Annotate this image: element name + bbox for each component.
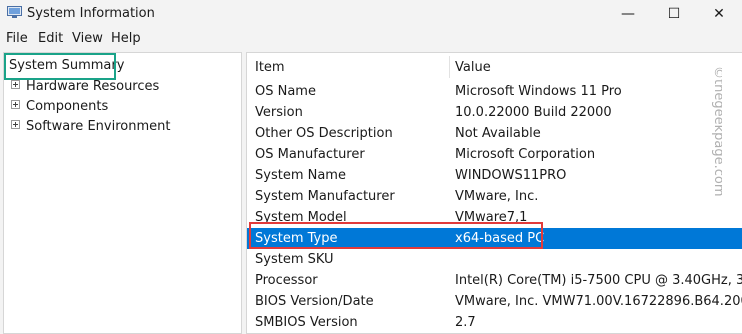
table-row[interactable]: Other OS Description Not Available — [247, 123, 742, 144]
system-information-icon — [7, 6, 22, 18]
cell-item: System SKU — [255, 252, 334, 267]
menu-bar: File Edit View Help — [0, 29, 742, 49]
cell-item: System Manufacturer — [255, 189, 395, 204]
minimize-button[interactable]: — — [605, 0, 651, 27]
maximize-button[interactable]: ☐ — [651, 0, 697, 27]
highlight-box-red — [249, 222, 543, 249]
tree-item-label: Components — [26, 99, 109, 114]
expand-icon[interactable] — [11, 120, 20, 129]
cell-value: WINDOWS11PRO — [455, 168, 567, 183]
highlight-box-green — [4, 53, 116, 80]
table-row[interactable]: OS Name Microsoft Windows 11 Pro — [247, 81, 742, 102]
tree-item-components[interactable]: Components — [11, 99, 108, 114]
table-row[interactable]: Version 10.0.22000 Build 22000 — [247, 102, 742, 123]
cell-value: Microsoft Corporation — [455, 147, 596, 162]
cell-value: Not Available — [455, 126, 541, 141]
column-header-item[interactable]: Item — [255, 54, 285, 82]
column-header-value[interactable]: Value — [455, 54, 491, 82]
cell-item: Version — [255, 105, 303, 120]
tree-item-label: Software Environment — [26, 119, 171, 134]
tree-item-hardware-resources[interactable]: Hardware Resources — [11, 79, 159, 94]
watermark-text: ©thegeekpage.com — [711, 66, 722, 196]
menu-help[interactable]: Help — [111, 31, 141, 46]
menu-edit[interactable]: Edit — [38, 31, 63, 46]
cell-item: Processor — [255, 273, 318, 288]
column-divider[interactable] — [449, 56, 450, 78]
category-tree[interactable]: System Summary Hardware Resources Compon… — [3, 52, 242, 334]
table-row[interactable]: OS Manufacturer Microsoft Corporation — [247, 144, 742, 165]
tree-item-software-environment[interactable]: Software Environment — [11, 119, 170, 134]
watermark: ©thegeekpage.com — [711, 66, 722, 196]
table-row[interactable]: System Name WINDOWS11PRO — [247, 165, 742, 186]
tree-item-label: Hardware Resources — [26, 79, 160, 94]
expand-icon[interactable] — [11, 100, 20, 109]
cell-item: OS Name — [255, 84, 316, 99]
table-row[interactable]: BIOS Version/Date VMware, Inc. VMW71.00V.… — [247, 291, 742, 312]
close-button[interactable]: ✕ — [696, 0, 742, 27]
cell-value: 10.0.22000 Build 22000 — [455, 105, 612, 120]
details-list[interactable]: Item Value OS Name Microsoft Windows 11 P… — [246, 52, 742, 334]
cell-item: OS Manufacturer — [255, 147, 365, 162]
menu-file[interactable]: File — [6, 31, 28, 46]
cell-value: Microsoft Windows 11 Pro — [455, 84, 622, 99]
table-row[interactable]: System Manufacturer VMware, Inc. — [247, 186, 742, 207]
menu-view[interactable]: View — [72, 31, 103, 46]
cell-item: Other OS Description — [255, 126, 393, 141]
expand-icon[interactable] — [11, 80, 20, 89]
cell-item: SMBIOS Version — [255, 315, 358, 330]
table-row[interactable]: Processor Intel(R) Core(TM) i5-7500 CPU @… — [247, 270, 742, 291]
table-row[interactable]: SMBIOS Version 2.7 — [247, 312, 742, 333]
cell-value: 2.7 — [455, 315, 476, 330]
title-bar: System Information — ☐ ✕ — [0, 0, 742, 27]
table-row[interactable]: System SKU — [247, 249, 742, 270]
window-title: System Information — [27, 6, 155, 21]
cell-value: VMware, Inc. VMW71.00V.16722896.B64.2008 — [455, 294, 742, 309]
cell-item: System Name — [255, 168, 346, 183]
cell-item: BIOS Version/Date — [255, 294, 374, 309]
cell-value: VMware, Inc. — [455, 189, 539, 204]
cell-value: Intel(R) Core(TM) i5-7500 CPU @ 3.40GHz,… — [455, 273, 742, 288]
